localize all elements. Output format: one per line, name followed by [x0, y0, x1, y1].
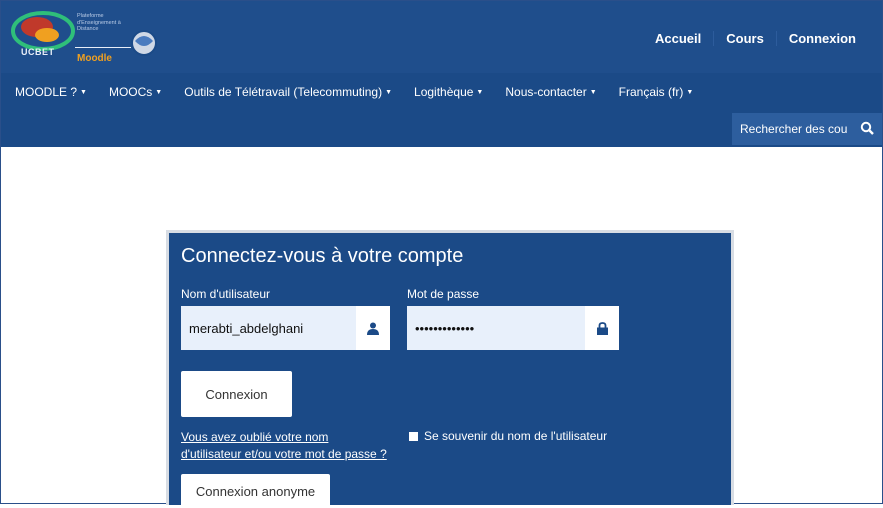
nav-item-label: Outils de Télétravail (Telecommuting)	[184, 85, 383, 99]
remember-checkbox[interactable]	[409, 431, 418, 441]
link-connexion[interactable]: Connexion	[775, 31, 868, 46]
search-input[interactable]: Rechercher des cou	[732, 113, 882, 145]
main-navbar: MOODLE ? ▼ MOOCs ▼ Outils de Télétravail (…	[1, 73, 882, 147]
search-placeholder: Rechercher des cou	[740, 122, 848, 136]
username-value: merabti_abdelghani	[189, 320, 304, 336]
username-label: Nom d'utilisateur	[181, 287, 270, 301]
logo-rule	[75, 47, 131, 48]
nav-item-logitheque[interactable]: Logithèque ▼	[414, 85, 483, 99]
top-links: Accueil Cours Connexion	[643, 31, 868, 46]
nav-menu: MOODLE ? ▼ MOOCs ▼ Outils de Télétravail (…	[15, 85, 693, 99]
forgot-line-1: Vous avez oublié votre nom	[181, 430, 329, 444]
site-logo[interactable]: UCBET Plateforme d'Enseignement à Distan…	[7, 7, 157, 65]
login-title: Connectez-vous à votre compte	[181, 245, 464, 267]
caret-down-icon: ▼	[385, 88, 393, 96]
remember-username[interactable]: Se souvenir du nom de l'utilisateur	[409, 429, 607, 443]
login-button[interactable]: Connexion	[181, 371, 292, 417]
caret-down-icon: ▼	[686, 88, 694, 96]
caret-down-icon: ▼	[155, 88, 163, 96]
nav-item-label: MOODLE ?	[15, 85, 78, 99]
caret-down-icon: ▼	[80, 88, 87, 96]
password-label: Mot de passe	[407, 287, 480, 301]
username-field[interactable]: merabti_abdelghani	[181, 306, 390, 350]
nav-item-label: Logithèque	[414, 85, 474, 99]
nav-item-moocs[interactable]: MOOCs ▼	[109, 85, 162, 99]
top-header: UCBET Plateforme d'Enseignement à Distan…	[1, 1, 882, 73]
caret-down-icon: ▼	[476, 88, 484, 96]
password-value: •••••••••••••	[415, 320, 475, 336]
logo-acronym: UCBET	[21, 47, 55, 57]
link-cours[interactable]: Cours	[713, 31, 776, 46]
nav-item-language[interactable]: Français (fr) ▼	[619, 85, 694, 99]
search-icon[interactable]	[860, 121, 874, 138]
anonymous-login-button[interactable]: Connexion anonyme	[181, 474, 330, 508]
user-icon	[356, 306, 390, 350]
nav-item-moodle[interactable]: MOODLE ? ▼	[15, 85, 87, 99]
login-card: Connectez-vous à votre compte Nom d'util…	[166, 230, 734, 508]
logo-product: Moodle	[77, 53, 112, 64]
caret-down-icon: ▼	[589, 88, 597, 96]
nav-item-contact[interactable]: Nous-contacter ▼	[505, 85, 596, 99]
lock-icon	[585, 306, 619, 350]
forgot-line-2: d'utilisateur et/ou votre mot de passe ?	[181, 447, 387, 461]
logo-tagline: Plateforme d'Enseignement à Distance	[77, 13, 121, 32]
remember-label: Se souvenir du nom de l'utilisateur	[424, 429, 608, 443]
nav-item-label: MOOCs	[108, 85, 153, 99]
nav-item-label: Français (fr)	[618, 85, 684, 99]
nav-item-outils[interactable]: Outils de Télétravail (Telecommuting) ▼	[184, 85, 392, 99]
nav-item-label: Nous-contacter	[505, 85, 587, 99]
link-accueil[interactable]: Accueil	[643, 31, 713, 46]
password-field[interactable]: •••••••••••••	[407, 306, 619, 350]
forgot-password-link[interactable]: Vous avez oublié votre nom d'utilisateur…	[181, 429, 411, 463]
